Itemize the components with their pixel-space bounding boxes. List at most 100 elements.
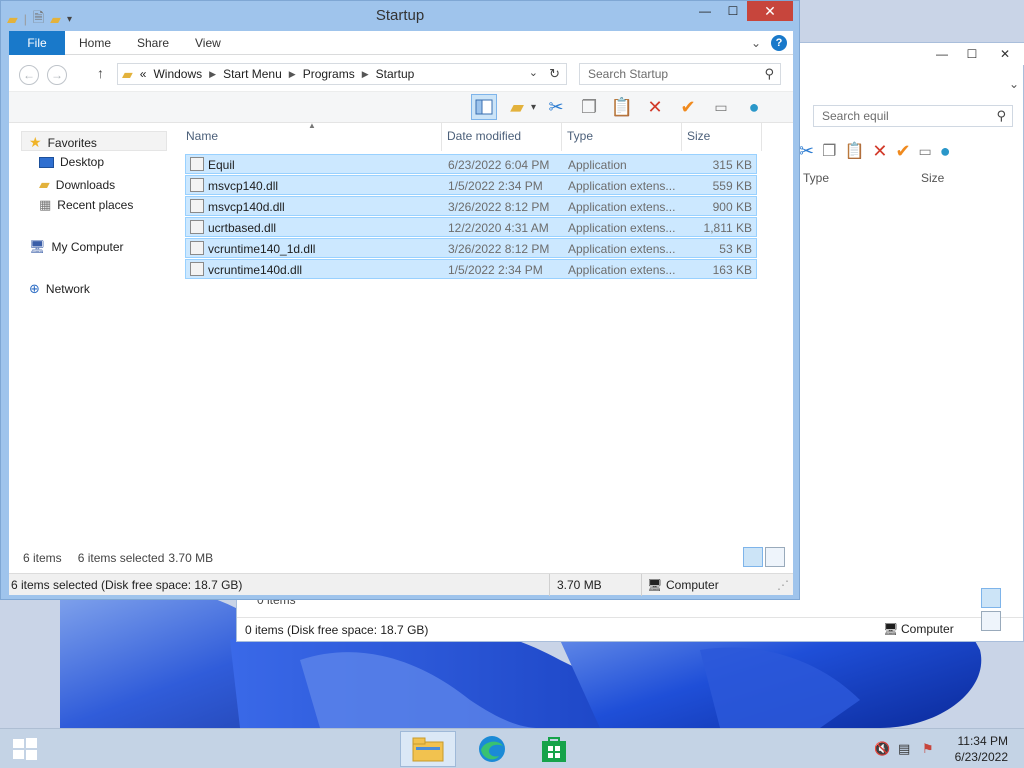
- view-buttons: [743, 547, 785, 567]
- application-icon: [190, 157, 204, 171]
- search-input[interactable]: Search Startup ⚲: [579, 63, 781, 85]
- tab-file[interactable]: File: [9, 31, 65, 55]
- breadcrumb-windows[interactable]: Windows: [153, 67, 202, 81]
- chevron-right-icon[interactable]: ▶: [209, 69, 216, 80]
- taskbar-file-explorer[interactable]: [400, 731, 456, 767]
- new-folder-icon[interactable]: ▰: [504, 94, 530, 120]
- back-col-size[interactable]: Size: [921, 171, 944, 185]
- file-type: Application: [568, 158, 627, 172]
- file-row[interactable]: msvcp140d.dll 3/26/2022 8:12 PM Applicat…: [185, 196, 757, 216]
- nav-desktop[interactable]: Desktop: [39, 155, 104, 169]
- file-row[interactable]: vcruntime140d.dll 1/5/2022 2:34 PM Appli…: [185, 259, 757, 279]
- back-minimize-button[interactable]: —: [927, 43, 957, 65]
- tab-view[interactable]: View: [181, 31, 235, 55]
- file-size: 559 KB: [712, 179, 752, 193]
- copy-icon[interactable]: ❐: [822, 141, 836, 161]
- breadcrumb-start-menu[interactable]: Start Menu: [223, 67, 282, 81]
- forward-arrow-icon[interactable]: →: [47, 65, 67, 85]
- address-bar[interactable]: ▰ « Windows ▶ Start Menu ▶ Programs ▶ St…: [117, 63, 567, 85]
- chevron-right-icon[interactable]: ▶: [362, 69, 369, 80]
- network-icon: ⊕: [29, 281, 40, 296]
- details-view-button[interactable]: [981, 588, 1001, 608]
- tab-share[interactable]: Share: [123, 31, 183, 55]
- column-divider[interactable]: [681, 123, 682, 151]
- column-divider[interactable]: [761, 123, 762, 151]
- nav-network[interactable]: ⊕ Network: [29, 281, 90, 297]
- rename-icon[interactable]: ▭: [708, 94, 734, 120]
- back-ribbon-chevron-icon[interactable]: ⌄: [1009, 77, 1019, 91]
- file-row[interactable]: ucrtbased.dll 12/2/2020 4:31 AM Applicat…: [185, 217, 757, 237]
- refresh-icon[interactable]: ↻: [549, 66, 560, 82]
- file-date: 12/2/2020 4:31 AM: [448, 221, 549, 235]
- back-search-placeholder: Search equil: [822, 109, 889, 123]
- copy-icon[interactable]: ❐: [576, 94, 602, 120]
- taskbar-store[interactable]: [526, 731, 582, 767]
- status-divider: [549, 574, 550, 596]
- file-row[interactable]: Equil 6/23/2022 6:04 PM Application 315 …: [185, 154, 757, 174]
- chevron-right-icon[interactable]: ▶: [289, 69, 296, 80]
- dll-file-icon: [190, 199, 204, 213]
- details-view-button[interactable]: [743, 547, 763, 567]
- volume-muted-icon[interactable]: 🔇: [874, 741, 890, 757]
- rename-icon[interactable]: ▭: [919, 143, 932, 160]
- network-tray-icon[interactable]: ▤: [898, 741, 914, 757]
- back-search-input[interactable]: Search equil ⚲: [813, 105, 1013, 127]
- explorer-window[interactable]: ▰ | 🗎 ▰ ▾ Startup — ☐ ✕ File Home Share …: [0, 0, 800, 600]
- shell-icon[interactable]: ●: [741, 94, 767, 120]
- breadcrumb-programs[interactable]: Programs: [303, 67, 355, 81]
- file-name: vcruntime140_1d.dll: [208, 242, 316, 256]
- back-close-button[interactable]: ✕: [985, 43, 1024, 65]
- taskbar-edge[interactable]: [464, 731, 520, 767]
- action-center-icon[interactable]: ⚑: [922, 741, 938, 757]
- edge-browser-icon: [479, 736, 505, 762]
- column-type[interactable]: Type: [567, 129, 593, 143]
- address-dropdown-icon[interactable]: ⌄: [529, 66, 538, 79]
- column-date-modified[interactable]: Date modified: [447, 129, 521, 143]
- column-name[interactable]: Name: [186, 129, 218, 143]
- nav-recent-places[interactable]: ▦ Recent places: [39, 197, 133, 213]
- paste-icon[interactable]: 📋: [609, 94, 635, 120]
- file-row[interactable]: vcruntime140_1d.dll 3/26/2022 8:12 PM Ap…: [185, 238, 757, 258]
- window-title: Startup: [375, 7, 425, 24]
- column-divider[interactable]: [441, 123, 442, 151]
- up-arrow-icon[interactable]: ↑: [97, 65, 104, 81]
- cut-icon[interactable]: ✂: [799, 141, 814, 162]
- file-list: ▲ Name Date modified Type Size Equil 6/2…: [185, 121, 785, 553]
- large-icons-view-button[interactable]: [765, 547, 785, 567]
- breadcrumb-startup[interactable]: Startup: [376, 67, 415, 81]
- delete-icon[interactable]: ✕: [642, 94, 668, 120]
- titlebar[interactable]: ▰ | 🗎 ▰ ▾ Startup — ☐ ✕: [1, 1, 799, 31]
- resize-grip-icon[interactable]: ⋰: [777, 578, 789, 592]
- cut-icon[interactable]: ✂: [543, 94, 569, 120]
- back-arrow-icon[interactable]: ←: [19, 65, 39, 85]
- delete-icon[interactable]: ✕: [872, 141, 887, 162]
- preview-pane-button[interactable]: [471, 94, 497, 120]
- nav-downloads[interactable]: ▰ Downloads: [39, 176, 115, 193]
- maximize-button[interactable]: ☐: [719, 1, 747, 21]
- back-col-type[interactable]: Type: [803, 171, 829, 185]
- column-size[interactable]: Size: [687, 129, 710, 143]
- paste-icon[interactable]: 📋: [844, 141, 864, 161]
- tiles-view-button[interactable]: [981, 611, 1001, 631]
- breadcrumb-overflow[interactable]: «: [140, 67, 147, 81]
- dropdown-arrow-icon[interactable]: ▾: [531, 102, 536, 113]
- breadcrumb: ▰ « Windows ▶ Start Menu ▶ Programs ▶ St…: [118, 66, 414, 83]
- checkmark-icon[interactable]: ✔: [675, 94, 701, 120]
- checkmark-icon[interactable]: ✔: [895, 141, 910, 162]
- back-maximize-button[interactable]: ☐: [957, 43, 987, 65]
- tab-home[interactable]: Home: [65, 31, 125, 55]
- column-divider[interactable]: [561, 123, 562, 151]
- shell-icon[interactable]: ●: [940, 141, 951, 162]
- file-row[interactable]: msvcp140.dll 1/5/2022 2:34 PM Applicatio…: [185, 175, 757, 195]
- computer-icon: 🖥: [883, 622, 899, 636]
- clock[interactable]: 11:34 PM 6/23/2022: [955, 733, 1008, 765]
- chevron-down-icon[interactable]: ⌄: [751, 36, 761, 50]
- nav-my-computer[interactable]: 🖥 My Computer: [29, 239, 124, 255]
- nav-favorites[interactable]: ★ Favorites: [29, 134, 97, 151]
- close-button[interactable]: ✕: [747, 1, 793, 21]
- ribbon-right-controls: ⌄ ?: [751, 35, 787, 51]
- help-icon[interactable]: ?: [771, 35, 787, 51]
- start-button[interactable]: [12, 737, 38, 761]
- nav-favorites-label: Favorites: [47, 135, 97, 150]
- minimize-button[interactable]: —: [691, 1, 719, 21]
